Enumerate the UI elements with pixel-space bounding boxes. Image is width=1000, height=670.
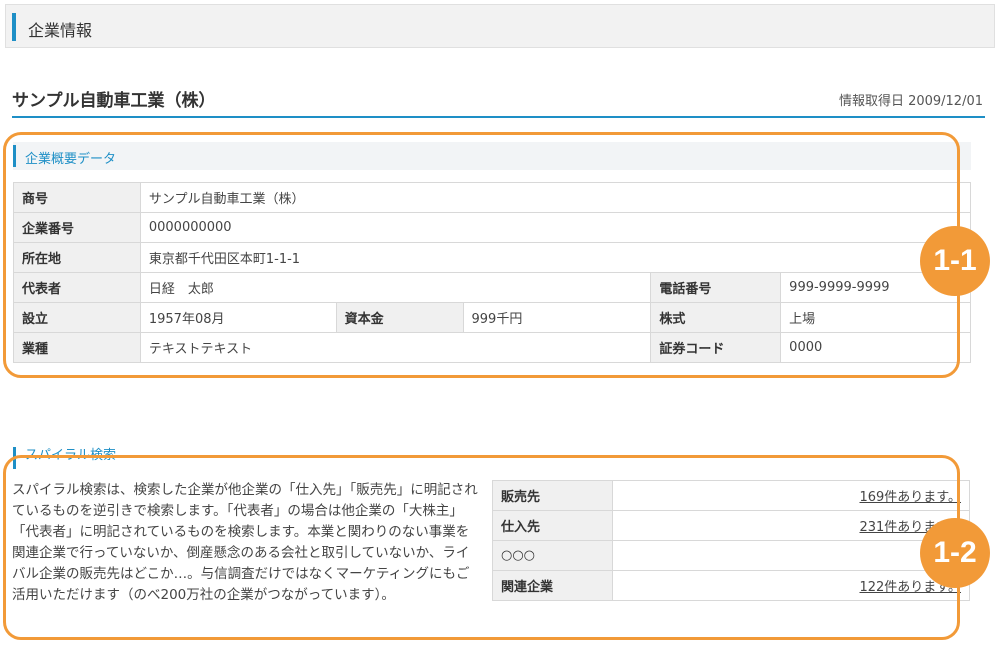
callout-badge-1-2: 1-2 xyxy=(920,518,990,588)
info-date: 情報取得日 2009/12/01 xyxy=(838,94,983,109)
header-accent-bar xyxy=(12,13,16,41)
page-header-bar: 企業情報 xyxy=(5,4,995,48)
highlight-frame-spiral xyxy=(3,455,960,640)
highlight-frame-overview xyxy=(3,132,960,378)
page-title: 企業情報 xyxy=(28,21,93,40)
company-name: サンプル自動車工業（株） xyxy=(12,91,216,111)
company-heading: サンプル自動車工業（株） 情報取得日 2009/12/01 xyxy=(12,84,985,118)
callout-badge-1-1: 1-1 xyxy=(920,226,990,296)
